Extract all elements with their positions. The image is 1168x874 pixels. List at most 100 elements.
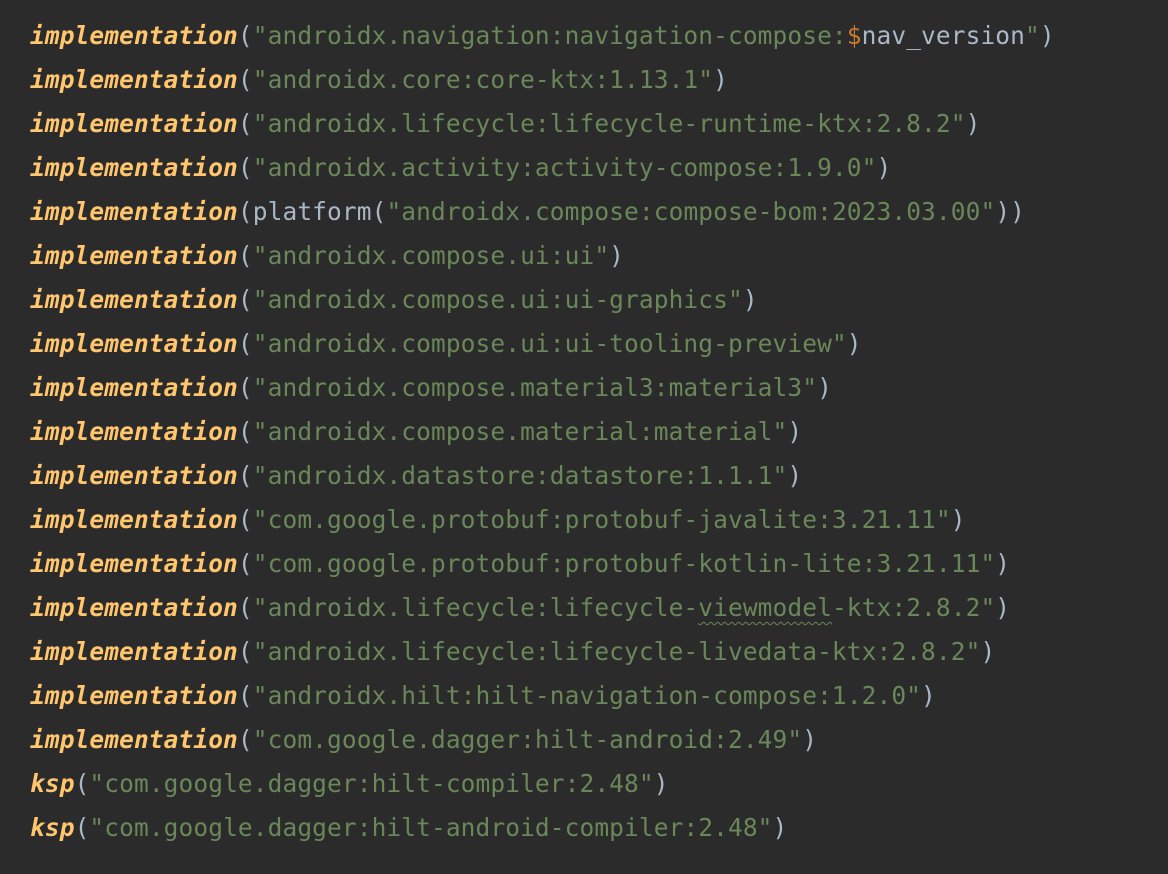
code-line[interactable]: implementation("androidx.compose.materia… [30, 366, 1168, 410]
function-name: implementation [30, 65, 238, 94]
function-name: implementation [30, 241, 238, 270]
string-literal: "androidx.compose:compose-bom:2023.03.00… [386, 197, 996, 226]
close-paren: ) [965, 109, 981, 138]
close-paren: ) [802, 725, 818, 754]
code-line[interactable]: ksp("com.google.dagger:hilt-android-comp… [30, 806, 1168, 850]
code-line[interactable]: ksp("com.google.dagger:hilt-compiler:2.4… [30, 762, 1168, 806]
code-line[interactable]: implementation("androidx.lifecycle:lifec… [30, 586, 1168, 630]
open-paren: ( [237, 197, 253, 226]
function-name: implementation [30, 637, 238, 666]
string-literal: "androidx.compose.material:material" [252, 417, 788, 446]
code-line[interactable]: implementation("androidx.lifecycle:lifec… [30, 102, 1168, 146]
string-literal: "androidx.lifecycle:lifecycle- [252, 593, 699, 622]
string-literal: "androidx.datastore:datastore:1.1.1" [252, 461, 788, 490]
close-paren: ) [846, 329, 862, 358]
string-literal: "androidx.compose.ui:ui-graphics" [252, 285, 743, 314]
function-name: ksp [30, 813, 75, 842]
string-literal: "androidx.compose.ui:ui-tooling-preview" [252, 329, 847, 358]
string-literal: "androidx.compose.material3:material3" [252, 373, 818, 402]
string-literal: "androidx.core:core-ktx:1.13.1" [252, 65, 714, 94]
close-paren: ) [817, 373, 832, 402]
function-name: implementation [30, 285, 238, 314]
code-line[interactable]: implementation("androidx.activity:activi… [30, 146, 1168, 190]
close-paren: ) [921, 681, 936, 710]
function-name: implementation [30, 593, 238, 622]
code-line[interactable]: implementation("androidx.hilt:hilt-navig… [30, 674, 1168, 718]
close-paren: ) [995, 549, 1011, 578]
open-paren: ( [237, 21, 253, 50]
close-paren: ) [950, 505, 966, 534]
open-paren: ( [237, 681, 253, 710]
code-line[interactable]: implementation("androidx.compose.ui:ui-g… [30, 278, 1168, 322]
string-literal: "com.google.protobuf:protobuf-kotlin-lit… [252, 549, 996, 578]
close-paren: )) [995, 197, 1026, 226]
open-paren: ( [74, 813, 90, 842]
code-line[interactable]: implementation("androidx.compose.materia… [30, 410, 1168, 454]
close-paren: ) [772, 813, 788, 842]
open-paren: ( [371, 197, 387, 226]
function-name: implementation [30, 681, 238, 710]
function-name: implementation [30, 549, 238, 578]
string-literal: "androidx.activity:activity-compose:1.9.… [252, 153, 877, 182]
function-name: ksp [30, 769, 75, 798]
close-paren: ) [980, 637, 996, 666]
open-paren: ( [237, 505, 253, 534]
function-name: implementation [30, 197, 238, 226]
string-literal: "com.google.dagger:hilt-compiler:2.48" [89, 769, 654, 798]
open-paren: ( [237, 241, 253, 270]
code-line[interactable]: implementation("com.google.protobuf:prot… [30, 498, 1168, 542]
open-paren: ( [237, 65, 253, 94]
code-line[interactable]: implementation("androidx.compose.ui:ui-t… [30, 322, 1168, 366]
code-line[interactable]: implementation("androidx.lifecycle:lifec… [30, 630, 1168, 674]
close-paren: ) [876, 153, 892, 182]
open-paren: ( [237, 637, 253, 666]
function-name: implementation [30, 153, 238, 182]
function-name: implementation [30, 21, 238, 50]
function-name: implementation [30, 417, 238, 446]
string-literal: "com.google.dagger:hilt-android-compiler… [89, 813, 773, 842]
open-paren: ( [237, 329, 253, 358]
string-literal: -ktx:2.8.2" [831, 593, 996, 622]
close-paren: ) [742, 285, 758, 314]
function-name: implementation [30, 505, 238, 534]
open-paren: ( [237, 285, 253, 314]
close-paren: ) [713, 65, 728, 94]
open-paren: ( [237, 109, 253, 138]
code-line[interactable]: implementation("com.google.protobuf:prot… [30, 542, 1168, 586]
string-literal: "androidx.compose.ui:ui" [252, 241, 610, 270]
close-paren: ) [787, 417, 803, 446]
code-line[interactable]: implementation("androidx.compose.ui:ui") [30, 234, 1168, 278]
code-line[interactable]: implementation(platform("androidx.compos… [30, 190, 1168, 234]
close-paren: ) [995, 593, 1011, 622]
string-literal: "androidx.hilt:hilt-navigation-compose:1… [252, 681, 922, 710]
open-paren: ( [237, 461, 253, 490]
function-name: implementation [30, 461, 238, 490]
open-paren: ( [237, 725, 253, 754]
open-paren: ( [237, 153, 253, 182]
code-line[interactable]: implementation("com.google.dagger:hilt-a… [30, 718, 1168, 762]
function-name: implementation [30, 725, 238, 754]
code-line[interactable]: implementation("androidx.datastore:datas… [30, 454, 1168, 498]
close-paren: ) [609, 241, 625, 270]
string-literal: "com.google.protobuf:protobuf-javalite:3… [252, 505, 951, 534]
close-paren: ) [653, 769, 669, 798]
template-variable: nav_version [861, 21, 1025, 50]
function-name: implementation [30, 329, 238, 358]
typo-highlight[interactable]: viewmodel [698, 593, 832, 622]
open-paren: ( [237, 417, 253, 446]
open-paren: ( [237, 593, 253, 622]
inner-function-name: platform [252, 197, 372, 226]
string-literal: "androidx.lifecycle:lifecycle-runtime-kt… [252, 109, 966, 138]
code-line[interactable]: implementation("androidx.navigation:navi… [30, 14, 1168, 58]
string-literal: "androidx.lifecycle:lifecycle-livedata-k… [252, 637, 981, 666]
open-paren: ( [74, 769, 90, 798]
function-name: implementation [30, 373, 238, 402]
close-paren: ) [787, 461, 803, 490]
code-line[interactable]: implementation("androidx.core:core-ktx:1… [30, 58, 1168, 102]
string-literal: "com.google.dagger:hilt-android:2.49" [252, 725, 803, 754]
string-quote: " [1025, 21, 1040, 50]
close-paren: ) [1039, 21, 1055, 50]
open-paren: ( [237, 549, 253, 578]
code-editor[interactable]: implementation("androidx.navigation:navi… [0, 0, 1168, 874]
string-literal: "androidx.navigation:navigation-compose: [252, 21, 847, 50]
